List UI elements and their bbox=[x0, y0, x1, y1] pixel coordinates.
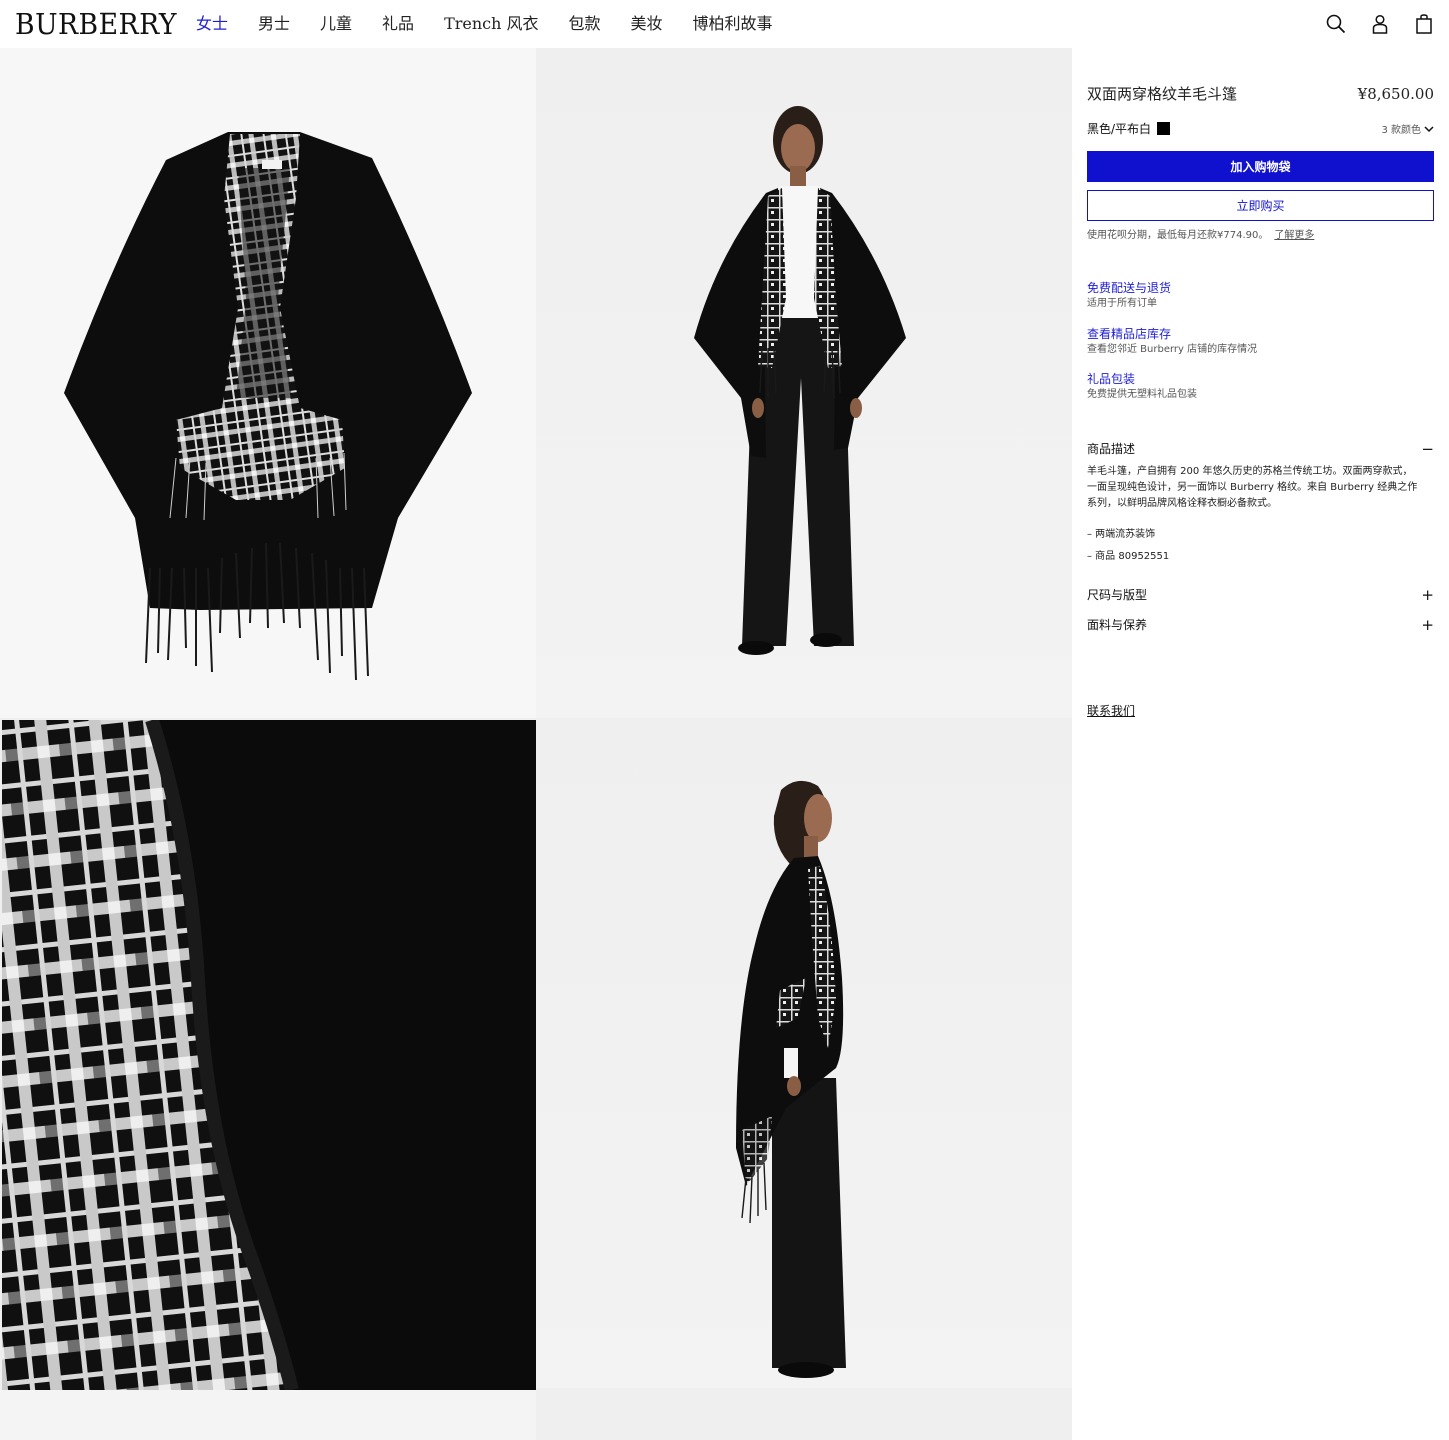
service-store-stock: 查看精品店库存 查看您邻近 Burberry 店铺的库存情况 bbox=[1087, 326, 1257, 357]
main-nav: 女士 男士 儿童 礼品 Trench 风衣 包款 美妆 博柏利故事 bbox=[196, 14, 803, 34]
learn-more-link[interactable]: 了解更多 bbox=[1274, 230, 1314, 241]
free-delivery-link[interactable]: 免费配送与退货 bbox=[1087, 280, 1171, 296]
plus-icon: + bbox=[1421, 586, 1434, 604]
nav-item-women[interactable]: 女士 bbox=[196, 14, 228, 34]
gift-wrap-subtitle: 免费提供无塑料礼品包装 bbox=[1087, 389, 1197, 400]
site-header: BURBERRY 女士 男士 儿童 礼品 Trench 风衣 包款 美妆 博柏利… bbox=[0, 0, 1449, 48]
header-icons bbox=[1325, 12, 1435, 36]
product-image-next-left[interactable] bbox=[0, 1390, 536, 1440]
size-fit-label: 尺码与版型 bbox=[1087, 588, 1148, 602]
description-line: 系列，以鲜明品牌风格诠释衣橱必备款式。 bbox=[1087, 498, 1277, 509]
store-stock-link[interactable]: 查看精品店库存 bbox=[1087, 326, 1257, 342]
color-count-label: 3 款颜色 bbox=[1381, 125, 1421, 136]
nav-item-gifts[interactable]: 礼品 bbox=[382, 14, 414, 34]
service-gift-wrap: 礼品包装 免费提供无塑料礼品包装 bbox=[1087, 371, 1197, 402]
contact-us-link[interactable]: 联系我们 bbox=[1087, 702, 1135, 719]
color-name: 黑色/平布白 bbox=[1087, 122, 1152, 136]
product-title: 双面两穿格纹羊毛斗篷 bbox=[1087, 85, 1238, 103]
store-stock-subtitle: 查看您邻近 Burberry 店铺的库存情况 bbox=[1087, 344, 1258, 355]
material-care-accordion-header[interactable]: 面料与保养 + bbox=[1087, 617, 1434, 633]
product-image-next-right[interactable] bbox=[536, 1388, 1072, 1440]
nav-item-trench[interactable]: Trench 风衣 bbox=[444, 14, 538, 34]
free-delivery-subtitle: 适用于所有订单 bbox=[1087, 298, 1157, 309]
color-selector[interactable]: 3 款颜色 bbox=[1381, 121, 1434, 136]
description-line: 一面呈现纯色设计，另一面饰以 Burberry 格纹。来自 Burberry 经… bbox=[1087, 482, 1418, 493]
add-to-bag-button[interactable]: 加入购物袋 bbox=[1087, 151, 1434, 182]
product-price: ¥8,650.00 bbox=[1357, 85, 1434, 103]
minus-icon: − bbox=[1421, 440, 1434, 458]
product-image-flat-lay[interactable] bbox=[0, 48, 536, 718]
account-icon[interactable] bbox=[1369, 12, 1391, 36]
buy-now-button[interactable]: 立即购买 bbox=[1087, 190, 1434, 221]
color-swatch[interactable] bbox=[1157, 122, 1171, 135]
nav-item-bags[interactable]: 包款 bbox=[569, 14, 601, 34]
search-icon[interactable] bbox=[1325, 12, 1347, 36]
description-accordion-header[interactable]: 商品描述 − bbox=[1087, 441, 1434, 457]
title-row: 双面两穿格纹羊毛斗篷 ¥8,650.00 bbox=[1087, 84, 1434, 104]
nav-item-beauty[interactable]: 美妆 bbox=[631, 14, 663, 34]
nav-item-men[interactable]: 男士 bbox=[258, 14, 290, 34]
gift-wrap-link[interactable]: 礼品包装 bbox=[1087, 371, 1197, 387]
product-code: – 商品 80952551 bbox=[1087, 551, 1170, 562]
selected-color: 黑色/平布白 bbox=[1087, 120, 1171, 137]
brand-logo[interactable]: BURBERRY bbox=[15, 7, 177, 41]
chevron-down-icon bbox=[1424, 125, 1434, 132]
description-body: 羊毛斗篷，产自拥有 200 年悠久历史的苏格兰传统工坊。双面两穿款式， 一面呈现… bbox=[1087, 464, 1430, 512]
product-image-model-front[interactable] bbox=[536, 48, 1072, 718]
nav-item-children[interactable]: 儿童 bbox=[320, 14, 352, 34]
size-fit-accordion-header[interactable]: 尺码与版型 + bbox=[1087, 587, 1434, 603]
installment-info: 使用花呗分期，最低每月还款¥774.90。 了解更多 bbox=[1087, 229, 1314, 243]
shopping-bag-icon[interactable] bbox=[1413, 12, 1435, 36]
nav-item-story[interactable]: 博柏利故事 bbox=[693, 14, 773, 34]
material-care-label: 面料与保养 bbox=[1087, 618, 1148, 632]
product-image-fabric-closeup[interactable] bbox=[2, 720, 538, 1390]
service-free-delivery: 免费配送与退货 适用于所有订单 bbox=[1087, 280, 1171, 311]
product-gallery bbox=[0, 48, 1072, 1440]
installment-text: 使用花呗分期，最低每月还款¥774.90。 bbox=[1087, 230, 1269, 241]
product-image-model-side[interactable] bbox=[536, 718, 1072, 1388]
description-heading: 商品描述 bbox=[1087, 442, 1136, 456]
color-row: 黑色/平布白 3 款颜色 bbox=[1087, 120, 1434, 137]
description-line: 羊毛斗篷，产自拥有 200 年悠久历史的苏格兰传统工坊。双面两穿款式， bbox=[1087, 466, 1413, 477]
plus-icon: + bbox=[1421, 616, 1434, 634]
feature-bullet: – 两端流苏装饰 bbox=[1087, 529, 1156, 540]
